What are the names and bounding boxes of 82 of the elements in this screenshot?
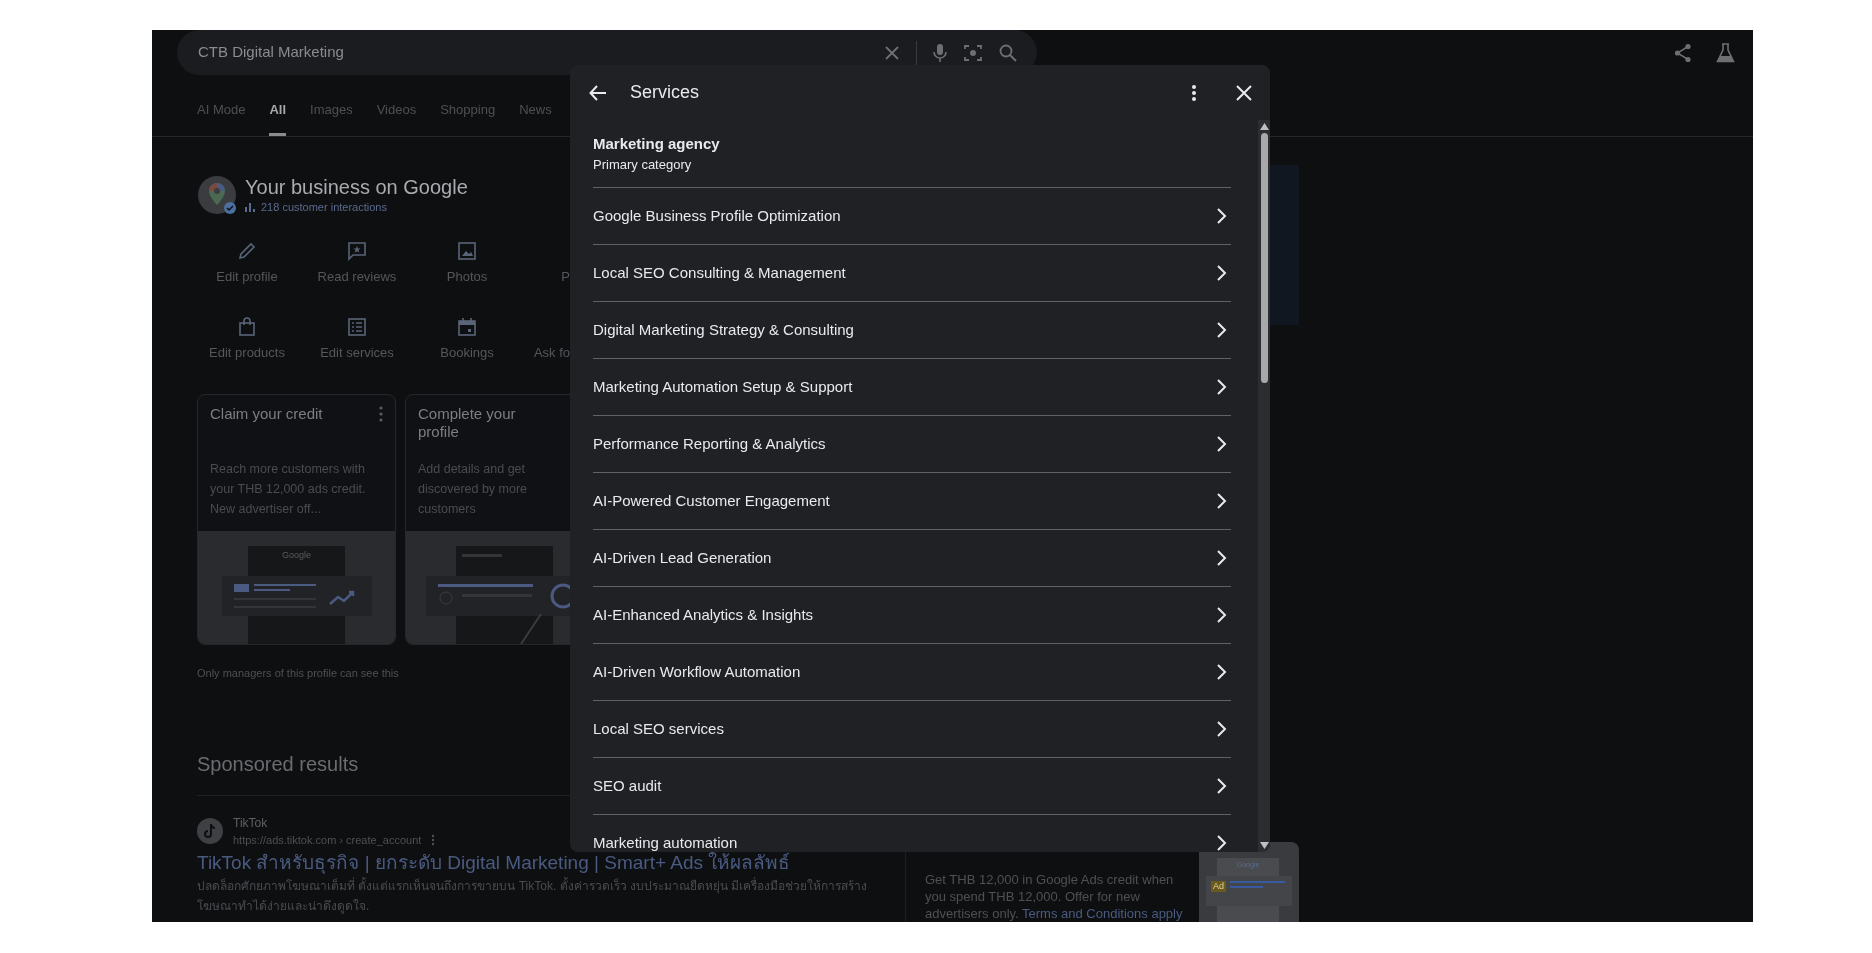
shopping-bag-icon[interactable] — [237, 317, 257, 337]
search-tab[interactable]: All — [269, 99, 287, 136]
chevron-right-icon — [1216, 378, 1227, 396]
chevron-right-icon — [1216, 435, 1227, 453]
action-link[interactable]: Edit profile — [216, 266, 278, 286]
action-link[interactable]: Read reviews — [317, 266, 397, 286]
pencil-icon[interactable] — [237, 240, 257, 261]
card-description: Add details and get discovered by more customers — [418, 460, 529, 518]
service-item[interactable]: AI-Driven Lead Generation — [593, 529, 1231, 586]
action-link[interactable]: Ask fo — [533, 343, 570, 363]
service-item[interactable]: AI-Driven Workflow Automation — [593, 643, 1231, 700]
offer-text: Get THB 12,000 in Google Ads credit when you spend THB 12,000. Offer for new advertisers only. Terms and Conditions apply — [925, 871, 1184, 922]
scroll-down-icon[interactable] — [1259, 842, 1269, 849]
more-options-icon[interactable] — [1192, 84, 1196, 101]
camera-icon[interactable] — [963, 42, 983, 63]
search-tab[interactable]: AI Mode — [197, 99, 246, 136]
illustration-logo-text: Google — [282, 548, 311, 562]
chevron-right-icon — [1216, 606, 1227, 624]
search-text: CTB Digital Marketing — [198, 42, 345, 63]
card-description: Reach more customers with your THB 12,000 ads credit. New advertiser off... — [210, 460, 367, 518]
back-arrow-icon[interactable] — [589, 83, 607, 102]
category-name: Marketing agency — [593, 133, 721, 154]
bar-chart-icon — [245, 202, 255, 213]
chevron-right-icon — [1216, 321, 1227, 339]
service-item[interactable]: Performance Reporting & Analytics — [593, 415, 1231, 472]
dialog-title: Services — [630, 81, 700, 104]
action-link[interactable]: Edit services — [320, 343, 394, 363]
service-item[interactable]: Local SEO services — [593, 700, 1231, 757]
service-item[interactable]: AI-Enhanced Analytics & Insights — [593, 586, 1231, 643]
section-heading: Sponsored results — [197, 752, 360, 777]
calendar-icon[interactable] — [457, 317, 477, 337]
service-item[interactable]: AI-Powered Customer Engagement — [593, 472, 1231, 529]
advertiser-logo-icon — [197, 818, 223, 845]
action-link[interactable]: Photos — [446, 266, 488, 286]
visibility-note: Only managers of this profile can see this — [197, 665, 400, 681]
business-logo-icon — [197, 175, 237, 216]
review-star-icon[interactable] — [347, 240, 367, 261]
clear-icon[interactable] — [884, 44, 900, 61]
action-link[interactable]: P — [561, 266, 570, 286]
scrollbar[interactable] — [1258, 120, 1270, 852]
service-item[interactable]: Digital Marketing Strategy & Consulting — [593, 301, 1231, 358]
chevron-right-icon — [1216, 663, 1227, 681]
scroll-up-icon[interactable] — [1259, 123, 1269, 130]
scrollbar-thumb[interactable] — [1260, 133, 1268, 383]
image-icon[interactable] — [457, 240, 477, 261]
ad-url: https://ads.tiktok.com › create_account — [233, 833, 422, 848]
microphone-icon[interactable] — [933, 42, 947, 63]
service-item[interactable]: SEO audit — [593, 757, 1231, 814]
search-tab[interactable]: Videos — [376, 99, 417, 136]
ad-description: ปลดล็อกศักยภาพโฆษณาเต็มที่ ตั้งแต่แรกเห็นจนถึงการขายบน TikTok. ตั้งค่ารวดเร็ว งบประมาณยืดหยุ่น มีเครื่องมือช่วยให้การสร้างโฆษณาทำได้ง่ายและน่าดึงดูดใจ. — [197, 876, 869, 916]
chevron-right-icon — [1216, 207, 1227, 225]
service-item[interactable]: Marketing Automation Setup & Support — [593, 358, 1231, 415]
chevron-right-icon — [1216, 777, 1227, 795]
interactions-link[interactable]: 218 customer interactions — [261, 199, 387, 216]
search-icon[interactable] — [999, 43, 1017, 62]
service-item[interactable]: Local SEO Consulting & Management — [593, 244, 1231, 301]
action-link[interactable]: Bookings — [440, 343, 494, 363]
chevron-right-icon — [1216, 492, 1227, 510]
list-icon[interactable] — [347, 317, 367, 337]
chevron-right-icon — [1216, 720, 1227, 738]
search-tab[interactable]: Shopping — [440, 99, 496, 136]
service-item[interactable]: Marketing automation — [593, 814, 1231, 852]
advertiser-name: TikTok — [233, 815, 269, 832]
chevron-right-icon — [1216, 834, 1227, 852]
action-link[interactable]: Edit products — [209, 343, 285, 363]
flask-icon[interactable] — [1716, 42, 1735, 63]
search-tab[interactable]: Images — [310, 99, 353, 136]
business-title: Your business on Google — [245, 175, 468, 199]
service-item[interactable]: Google Business Profile Optimization — [593, 187, 1231, 244]
ad-title-link[interactable]: TikTok สำหรับธุรกิจ | ยกระดับ Digital Marketing | Smart+ Ads ให้ผลลัพธ์ — [197, 850, 905, 875]
category-label: Primary category — [593, 156, 693, 174]
text-lines-icon — [1230, 881, 1285, 888]
chevron-right-icon — [1216, 549, 1227, 567]
ad-badge: Ad — [1211, 881, 1226, 892]
chevron-right-icon — [1216, 264, 1227, 282]
card-title: Claim your credit — [210, 404, 323, 423]
card-title: Complete your profile — [418, 404, 517, 441]
trend-chart-icon — [222, 575, 372, 616]
terms-link[interactable]: Terms and Conditions apply — [1022, 906, 1183, 921]
share-icon[interactable] — [1674, 42, 1692, 63]
search-tab[interactable]: News — [519, 99, 552, 136]
close-icon[interactable] — [1236, 84, 1252, 101]
